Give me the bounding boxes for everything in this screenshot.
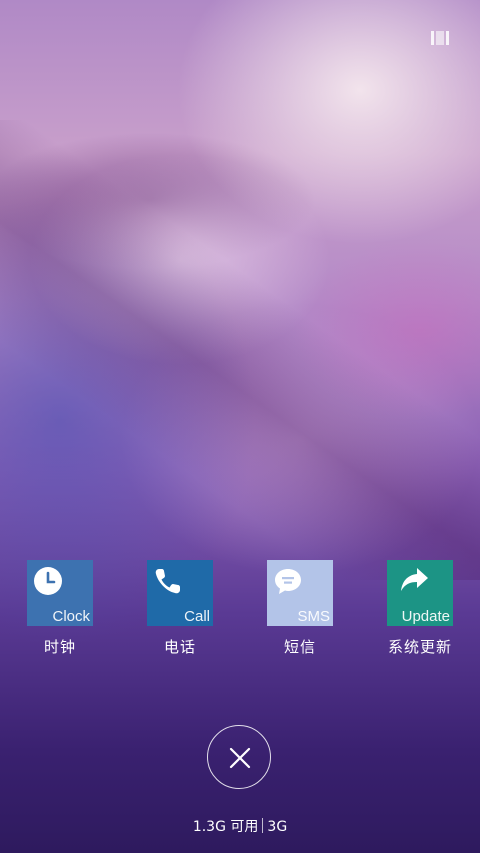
memory-total: 3G	[267, 819, 288, 835]
tile-label: SMS	[297, 608, 330, 625]
app-update[interactable]: Update 系统更新	[365, 560, 475, 657]
app-sms[interactable]: SMS 短信	[245, 560, 355, 657]
app-tile-clock[interactable]: Clock	[27, 560, 93, 626]
app-tile-call[interactable]: Call	[147, 560, 213, 626]
app-name: 电话	[163, 638, 196, 656]
tile-label: Call	[184, 608, 210, 625]
app-name: 系统更新	[387, 638, 452, 656]
wallpaper	[0, 120, 480, 580]
memory-status: 1.3G 可用 3G	[0, 816, 480, 836]
share-arrow-icon	[401, 568, 428, 591]
close-icon	[229, 747, 251, 769]
tile-label: Clock	[52, 608, 90, 625]
recent-apps-icon[interactable]	[431, 31, 451, 45]
app-name: 时钟	[43, 638, 76, 656]
app-tile-sms[interactable]: SMS	[267, 560, 333, 626]
app-clock[interactable]: Clock 时钟	[5, 560, 115, 657]
recent-apps-row: Clock 时钟 Call 电话 SMS 短信 Update 系统更新	[0, 560, 480, 660]
app-tile-update[interactable]: Update	[387, 560, 453, 626]
clear-all-button[interactable]	[207, 725, 271, 789]
app-name: 短信	[283, 638, 316, 656]
app-call[interactable]: Call 电话	[125, 560, 235, 657]
divider	[262, 818, 264, 833]
tile-label: Update	[401, 608, 450, 625]
phone-icon	[155, 569, 180, 594]
memory-available: 1.3G 可用	[192, 819, 259, 835]
message-icon	[275, 569, 301, 594]
clock-icon	[34, 567, 62, 595]
